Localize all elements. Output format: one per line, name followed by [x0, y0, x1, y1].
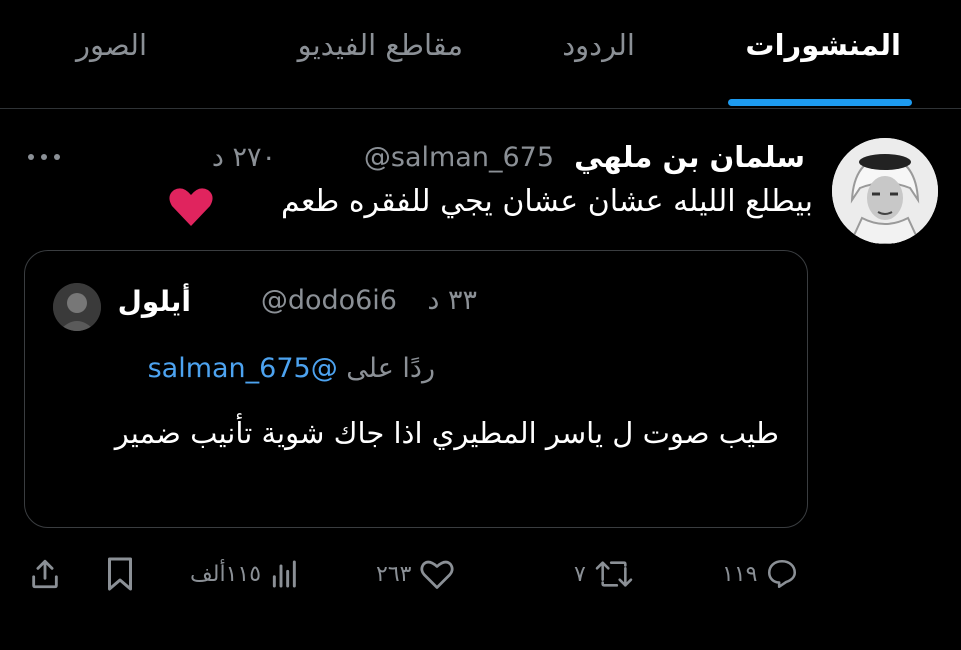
- author-handle[interactable]: @salman_675: [364, 142, 554, 173]
- quote-avatar[interactable]: [53, 283, 101, 331]
- tab-replies[interactable]: الردود: [562, 28, 635, 62]
- author-name[interactable]: سلمان بن ملهي: [574, 140, 805, 174]
- like-button[interactable]: ٢٦٣: [376, 554, 455, 594]
- retweet-icon: [594, 557, 634, 591]
- views-count: ١١٥ألف: [190, 561, 262, 587]
- views-button[interactable]: ١١٥ألف: [190, 554, 301, 594]
- quoted-tweet[interactable]: أيلول @dodo6i6 ٣٣ د ردًا على @salman_675…: [24, 250, 808, 528]
- tab-videos[interactable]: مقاطع الفيديو: [298, 28, 463, 62]
- tweet-text: بيطلع الليله عشان عشان يجي للفقره طعم: [280, 184, 813, 219]
- heart-emoji: [168, 186, 214, 228]
- avatar[interactable]: [832, 138, 938, 244]
- quote-text: طيب صوت ل ياسر المطيري اذا جاك شوية تأني…: [114, 416, 779, 450]
- active-tab-indicator: [728, 99, 912, 106]
- quote-time[interactable]: ٣٣ د: [427, 285, 477, 316]
- reply-count: ١١٩: [722, 561, 758, 587]
- share-icon: [28, 556, 62, 592]
- quote-author-name[interactable]: أيلول: [118, 285, 191, 318]
- tab-posts[interactable]: المنشورات: [745, 28, 901, 62]
- share-button[interactable]: [28, 554, 62, 594]
- like-icon: [419, 557, 455, 591]
- replying-to-mention[interactable]: @salman_675: [148, 353, 338, 384]
- bookmark-icon: [104, 556, 136, 592]
- like-count: ٢٦٣: [376, 561, 412, 587]
- reply-button[interactable]: ١١٩: [722, 554, 799, 594]
- bookmark-button[interactable]: [104, 554, 136, 594]
- quote-author-handle[interactable]: @dodo6i6: [261, 285, 397, 316]
- profile-tabs: المنشورات الردود مقاطع الفيديو الصور: [0, 0, 961, 109]
- tweet-time[interactable]: ٢٧٠ د: [212, 142, 276, 173]
- avatar-photo: [832, 138, 938, 244]
- reply-icon: [765, 557, 799, 591]
- tab-photos[interactable]: الصور: [76, 28, 147, 62]
- more-icon[interactable]: [26, 140, 62, 170]
- replying-to-prefix: ردًا على: [346, 353, 435, 384]
- views-icon: [269, 558, 301, 590]
- replying-to: ردًا على @salman_675: [148, 353, 435, 384]
- retweet-button[interactable]: ٧: [574, 554, 634, 594]
- retweet-count: ٧: [574, 561, 586, 587]
